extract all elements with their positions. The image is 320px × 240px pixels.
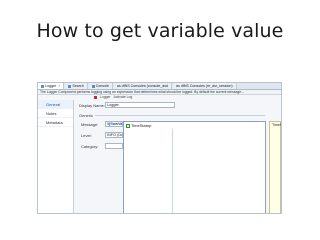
autocomplete-item[interactable]: TimeStamp — [124, 122, 265, 129]
tab-label: Search — [72, 84, 84, 88]
nav-item-general[interactable]: General — [38, 100, 73, 109]
nav-item-metadata[interactable]: Metadata — [38, 118, 73, 127]
slide-title: How to get variable value — [36, 20, 284, 42]
tab-label: Logger — [45, 84, 57, 88]
autocomplete-tooltip: TimeStamp — [269, 121, 281, 213]
editor-tab-strip: Logger × Search Console as dfNS Consoles… — [38, 83, 281, 90]
group-divider — [95, 115, 265, 116]
nav-item-notes[interactable]: Notes — [38, 109, 73, 118]
close-icon[interactable]: × — [58, 84, 60, 88]
display-name-field[interactable]: Logger — [105, 102, 175, 108]
tab-search[interactable]: Search — [65, 83, 88, 89]
tab-label: as dfNS Consoles (console_asd — [116, 84, 169, 88]
logger-icon — [41, 84, 44, 88]
left-nav: General Notes Metadata — [38, 100, 74, 213]
properties-content: Display Name: Logger Generic Message: #[… — [75, 100, 281, 213]
autocomplete-popup: TimeStamp — [123, 121, 266, 213]
tab-label: as dfNS Consoles (re_asr_session) — [176, 84, 233, 88]
level-select[interactable]: INFO (Defa — [105, 132, 123, 138]
level-label: Level: — [81, 133, 92, 138]
ide-screenshot: Logger × Search Console as dfNS Consoles… — [37, 82, 282, 214]
autocomplete-item-label: TimeStamp — [131, 123, 152, 128]
generic-group-label: Generic — [79, 113, 94, 118]
info-bar: The Logger Component performs logging us… — [38, 90, 281, 95]
variable-icon — [126, 123, 130, 128]
category-field[interactable] — [105, 143, 123, 149]
tab-label: Console — [95, 84, 109, 88]
search-icon — [68, 84, 72, 88]
autocomplete-divider — [172, 129, 173, 213]
category-label: Category: — [81, 144, 99, 149]
tab-logger[interactable]: Logger × — [38, 83, 65, 89]
error-icon — [94, 96, 97, 99]
message-field[interactable]: #[flowVars — [105, 121, 123, 127]
display-name-label: Display Name: — [79, 103, 106, 108]
tab-console-2[interactable]: as dfNS Consoles (console_asd — [113, 83, 173, 89]
tab-console-3[interactable]: as dfNS Consoles (re_asr_session) — [173, 83, 237, 89]
tab-console[interactable]: Console — [88, 83, 113, 89]
console-icon — [91, 84, 95, 88]
message-label: Message: — [81, 122, 99, 127]
